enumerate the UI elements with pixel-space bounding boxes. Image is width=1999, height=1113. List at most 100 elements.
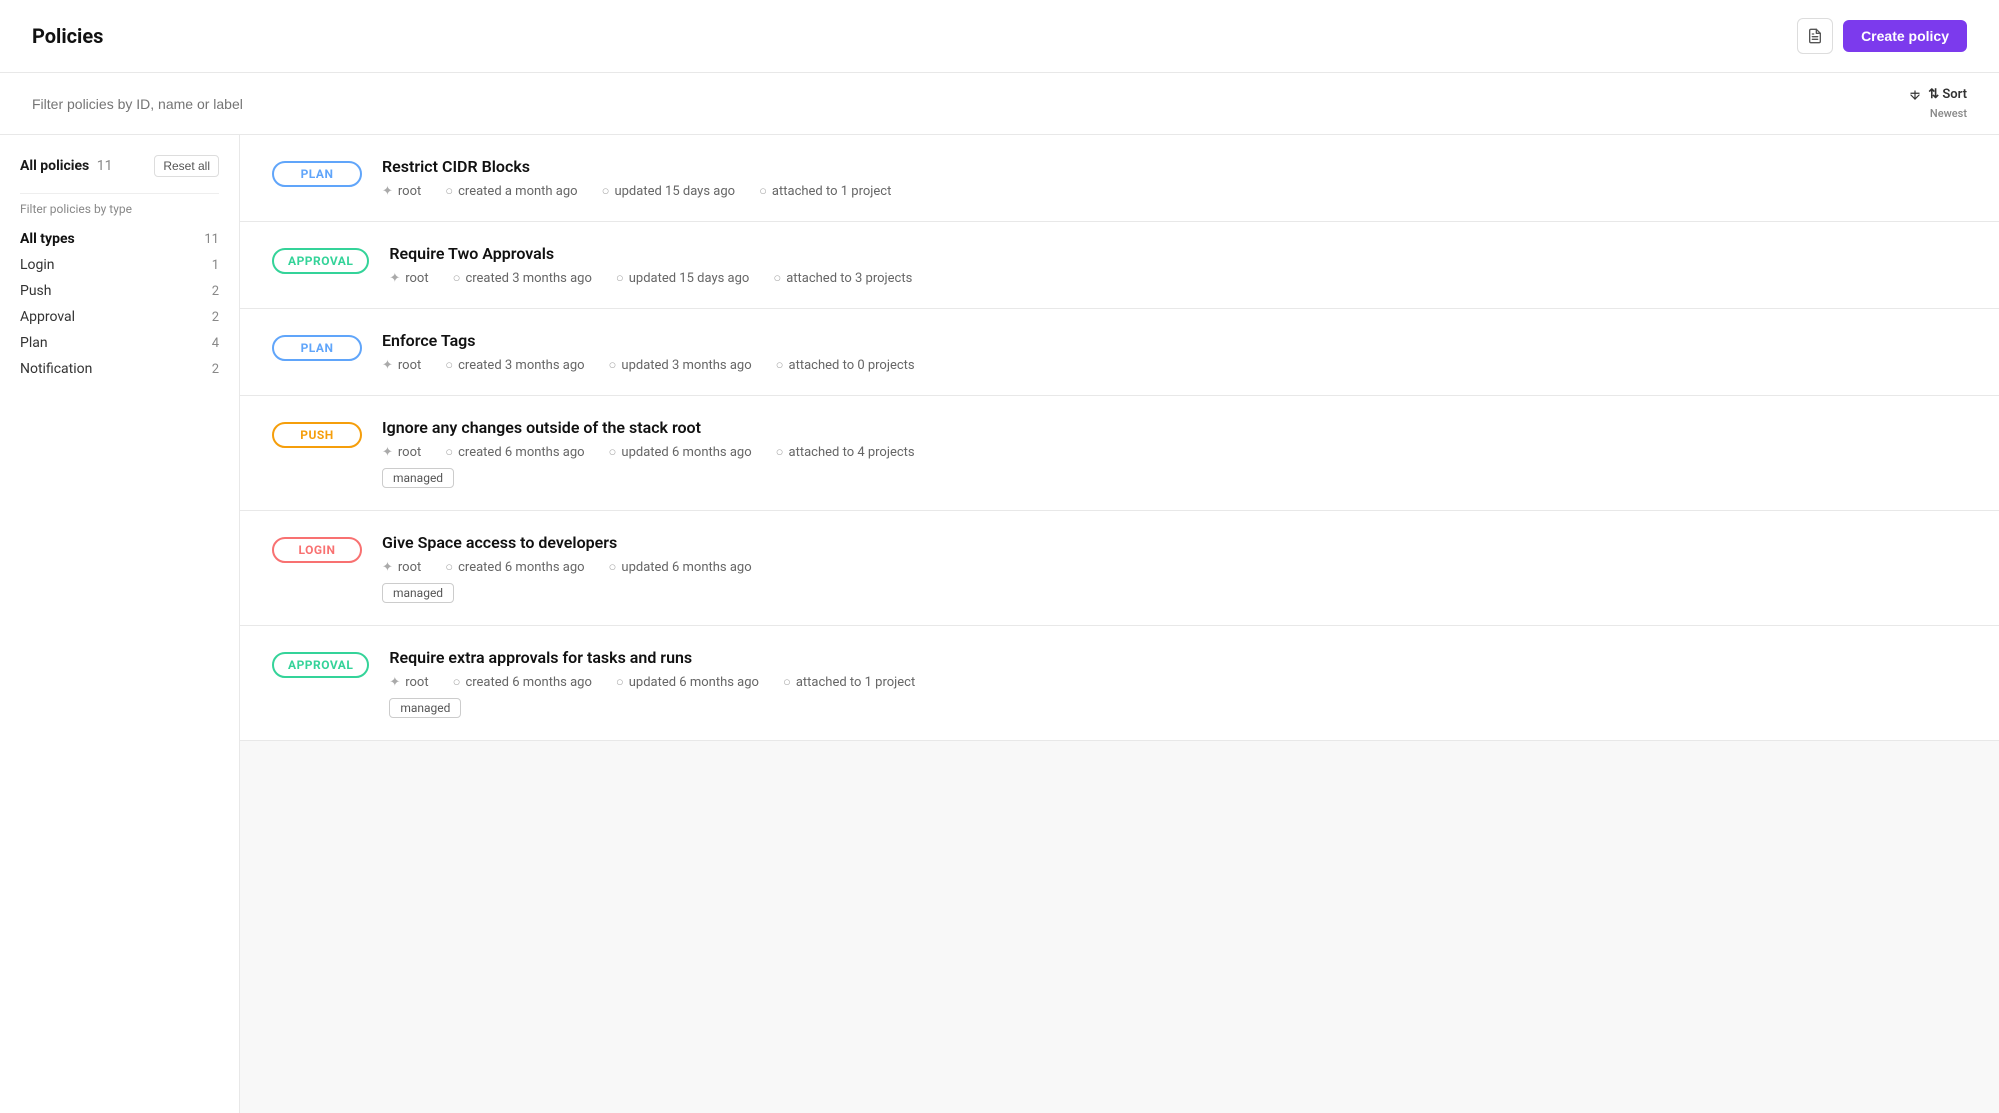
- updated-icon: ○: [609, 559, 617, 575]
- policy-name-require-two-approvals: Require Two Approvals: [389, 244, 1967, 263]
- meta-created: ○ created 3 months ago: [445, 357, 584, 373]
- attached-icon: ○: [759, 183, 767, 199]
- meta-attached: ○ attached to 0 projects: [776, 357, 915, 373]
- meta-updated: ○ updated 6 months ago: [609, 559, 752, 575]
- sort-icon: [1908, 88, 1922, 102]
- policy-card-enforce-tags[interactable]: PLAN Enforce Tags ✦ root ○ created 3 mon…: [240, 309, 1999, 396]
- sort-label: ⇅ Sort: [1908, 87, 1967, 102]
- meta-updated: ○ updated 15 days ago: [602, 183, 735, 199]
- policy-card-ignore-stack-root[interactable]: PUSH Ignore any changes outside of the s…: [240, 396, 1999, 511]
- created-icon: ○: [445, 183, 453, 199]
- meta-updated: ○ updated 15 days ago: [616, 270, 749, 286]
- meta-updated: ○ updated 6 months ago: [616, 674, 759, 690]
- meta-owner: ✦ root: [389, 675, 428, 690]
- sidebar-all-policies-label: All policies 11: [20, 158, 112, 174]
- policy-content-ignore-stack-root: Ignore any changes outside of the stack …: [382, 418, 1967, 488]
- policy-content-restrict-cidr: Restrict CIDR Blocks ✦ root ○ created a …: [382, 157, 1967, 199]
- meta-created: ○ created 6 months ago: [453, 674, 592, 690]
- sort-sublabel: Newest: [1930, 107, 1967, 120]
- meta-created: ○ created 3 months ago: [453, 270, 592, 286]
- sidebar-filter-item-approval[interactable]: Approval2: [20, 304, 219, 330]
- policy-card-require-two-approvals[interactable]: APPROVAL Require Two Approvals ✦ root ○ …: [240, 222, 1999, 309]
- owner-icon: ✦: [389, 271, 400, 286]
- policy-meta-restrict-cidr: ✦ root ○ created a month ago ○ updated 1…: [382, 183, 1967, 199]
- updated-icon: ○: [602, 183, 610, 199]
- policy-content-enforce-tags: Enforce Tags ✦ root ○ created 3 months a…: [382, 331, 1967, 373]
- attached-icon: ○: [773, 270, 781, 286]
- policy-badge-enforce-tags: PLAN: [272, 335, 362, 361]
- created-icon: ○: [445, 357, 453, 373]
- meta-created: ○ created 6 months ago: [445, 559, 584, 575]
- policy-badge-ignore-stack-root: PUSH: [272, 422, 362, 448]
- sidebar-filter-item-push[interactable]: Push2: [20, 278, 219, 304]
- meta-owner: ✦ root: [382, 560, 421, 575]
- owner-icon: ✦: [389, 675, 400, 690]
- policy-content-require-two-approvals: Require Two Approvals ✦ root ○ created 3…: [389, 244, 1967, 286]
- updated-icon: ○: [616, 270, 624, 286]
- policy-content-require-extra-approvals: Require extra approvals for tasks and ru…: [389, 648, 1967, 718]
- managed-tag: managed: [389, 698, 461, 718]
- owner-icon: ✦: [382, 184, 393, 199]
- policy-meta-require-two-approvals: ✦ root ○ created 3 months ago ○ updated …: [389, 270, 1967, 286]
- sidebar: All policies 11 Reset all Filter policie…: [0, 135, 240, 1113]
- page-title: Policies: [32, 24, 103, 48]
- policy-card-restrict-cidr[interactable]: PLAN Restrict CIDR Blocks ✦ root ○ creat…: [240, 135, 1999, 222]
- policy-name-restrict-cidr: Restrict CIDR Blocks: [382, 157, 1967, 176]
- policy-badge-restrict-cidr: PLAN: [272, 161, 362, 187]
- reset-all-button[interactable]: Reset all: [154, 155, 219, 177]
- created-icon: ○: [445, 444, 453, 460]
- policy-card-require-extra-approvals[interactable]: APPROVAL Require extra approvals for tas…: [240, 626, 1999, 741]
- policy-meta-give-space-access: ✦ root ○ created 6 months ago ○ updated …: [382, 559, 1967, 575]
- updated-icon: ○: [616, 674, 624, 690]
- meta-owner: ✦ root: [382, 358, 421, 373]
- policy-meta-require-extra-approvals: ✦ root ○ created 6 months ago ○ updated …: [389, 674, 1967, 690]
- sidebar-filter-item-notification[interactable]: Notification2: [20, 356, 219, 382]
- sidebar-filter-item-login[interactable]: Login1: [20, 252, 219, 278]
- created-icon: ○: [453, 674, 461, 690]
- meta-owner: ✦ root: [382, 184, 421, 199]
- policy-name-ignore-stack-root: Ignore any changes outside of the stack …: [382, 418, 1967, 437]
- policy-name-enforce-tags: Enforce Tags: [382, 331, 1967, 350]
- policy-content-give-space-access: Give Space access to developers ✦ root ○…: [382, 533, 1967, 603]
- managed-tag: managed: [382, 468, 454, 488]
- policy-badge-require-extra-approvals: APPROVAL: [272, 652, 369, 678]
- attached-icon: ○: [776, 357, 784, 373]
- meta-attached: ○ attached to 4 projects: [776, 444, 915, 460]
- search-bar: ⇅ Sort Newest: [0, 73, 1999, 135]
- owner-icon: ✦: [382, 445, 393, 460]
- meta-owner: ✦ root: [382, 445, 421, 460]
- filter-section-label: Filter policies by type: [20, 202, 219, 216]
- meta-updated: ○ updated 6 months ago: [609, 444, 752, 460]
- policy-badge-require-two-approvals: APPROVAL: [272, 248, 369, 274]
- attached-icon: ○: [776, 444, 784, 460]
- doc-icon-button[interactable]: [1797, 18, 1833, 54]
- policy-card-give-space-access[interactable]: LOGIN Give Space access to developers ✦ …: [240, 511, 1999, 626]
- document-icon: [1807, 28, 1823, 44]
- policies-list: PLAN Restrict CIDR Blocks ✦ root ○ creat…: [240, 135, 1999, 1113]
- meta-updated: ○ updated 3 months ago: [609, 357, 752, 373]
- sidebar-filter-item-plan[interactable]: Plan4: [20, 330, 219, 356]
- sort-button[interactable]: ⇅ Sort Newest: [1908, 87, 1967, 120]
- meta-created: ○ created 6 months ago: [445, 444, 584, 460]
- meta-owner: ✦ root: [389, 271, 428, 286]
- meta-attached: ○ attached to 1 project: [759, 183, 891, 199]
- sidebar-divider: [20, 193, 219, 194]
- policy-name-give-space-access: Give Space access to developers: [382, 533, 1967, 552]
- owner-icon: ✦: [382, 358, 393, 373]
- created-icon: ○: [453, 270, 461, 286]
- policy-meta-enforce-tags: ✦ root ○ created 3 months ago ○ updated …: [382, 357, 1967, 373]
- sidebar-filter-item-all-types[interactable]: All types11: [20, 226, 219, 252]
- updated-icon: ○: [609, 444, 617, 460]
- meta-attached: ○ attached to 3 projects: [773, 270, 912, 286]
- create-policy-button[interactable]: Create policy: [1843, 20, 1967, 52]
- sidebar-filters: All types11Login1Push2Approval2Plan4Noti…: [20, 226, 219, 382]
- page-header: Policies Create policy: [0, 0, 1999, 73]
- search-input[interactable]: [32, 96, 1908, 112]
- managed-tag: managed: [382, 583, 454, 603]
- created-icon: ○: [445, 559, 453, 575]
- attached-icon: ○: [783, 674, 791, 690]
- policy-name-require-extra-approvals: Require extra approvals for tasks and ru…: [389, 648, 1967, 667]
- policy-meta-ignore-stack-root: ✦ root ○ created 6 months ago ○ updated …: [382, 444, 1967, 460]
- sidebar-count: 11: [97, 158, 113, 174]
- meta-attached: ○ attached to 1 project: [783, 674, 915, 690]
